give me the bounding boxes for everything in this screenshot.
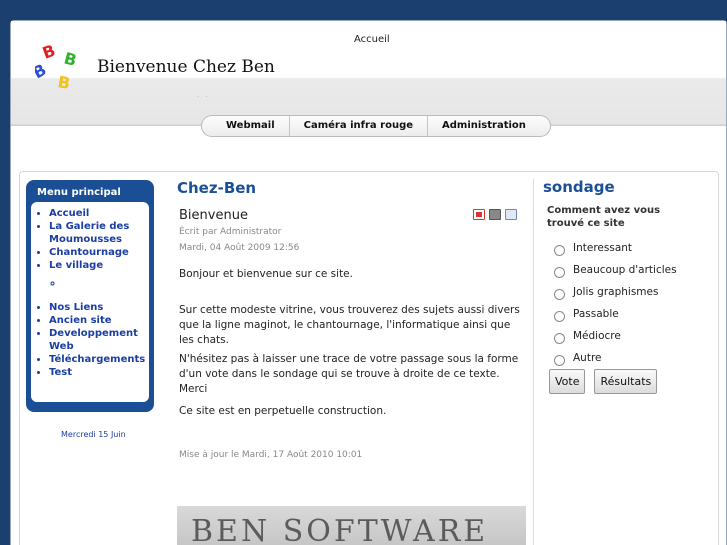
poll-option[interactable]: Interessant: [554, 237, 677, 259]
menu-link[interactable]: Accueil: [49, 208, 89, 219]
poll-option-label: Beaucoup d'articles: [573, 264, 677, 276]
menu-item-galerie[interactable]: La Galerie des Moumousses: [49, 220, 143, 246]
article-date: Mardi, 04 Août 2009 12:56: [179, 243, 300, 253]
site-title: Bienvenue Chez Ben: [97, 57, 275, 77]
header-dots: · ·: [197, 93, 210, 101]
menu-link[interactable]: Developpement Web: [49, 328, 138, 352]
current-date: Mercredi 15 Juin: [61, 430, 126, 439]
article-updated: Mise à jour le Mardi, 17 Août 2010 10:01: [179, 450, 363, 460]
column-divider: [533, 179, 534, 545]
poll-option-label: Médiocre: [573, 330, 621, 342]
poll-option[interactable]: Autre: [554, 347, 677, 369]
menu-item-test[interactable]: Test: [49, 366, 143, 379]
menu-link[interactable]: La Galerie des Moumousses: [49, 221, 129, 245]
menu-link[interactable]: Nos Liens: [49, 302, 103, 313]
results-button[interactable]: Résultats: [594, 369, 658, 394]
article-actions: [473, 209, 517, 220]
article-author: Écrit par Administrator: [179, 227, 282, 237]
top-navigation: Webmail Caméra infra rouge Administratio…: [201, 115, 551, 137]
banner-text: BEN SOFTWARE: [191, 514, 489, 545]
svg-text:B: B: [35, 60, 50, 83]
menu-link[interactable]: Ancien site: [49, 315, 112, 326]
page-frame: Accueil B B B B Bienvenue Chez Ben · · W…: [10, 20, 727, 545]
article-paragraph: N'hésitez pas à laisser une trace de vot…: [179, 353, 519, 395]
poll-options: Interessant Beaucoup d'articles Jolis gr…: [554, 237, 677, 369]
submenu-empty-item: [63, 277, 143, 290]
print-icon[interactable]: [489, 209, 501, 220]
poll-option-label: Interessant: [573, 242, 633, 254]
poll-option[interactable]: Beaucoup d'articles: [554, 259, 677, 281]
radio-button[interactable]: [554, 288, 565, 300]
radio-button[interactable]: [554, 244, 565, 256]
svg-text:B: B: [62, 49, 79, 71]
menu-item-telechargements[interactable]: Téléchargements: [49, 353, 145, 366]
poll-option-label: Autre: [573, 352, 602, 364]
menu-item-chantournage[interactable]: Chantournage: [49, 246, 143, 259]
nav-camera-infra-rouge[interactable]: Caméra infra rouge: [290, 116, 429, 136]
poll-buttons: Vote Résultats: [549, 369, 658, 394]
ben-software-banner: BEN SOFTWARE: [177, 506, 526, 545]
section-title[interactable]: Chez-Ben: [177, 179, 256, 197]
main-menu-title: Menu principal: [37, 187, 121, 198]
radio-button[interactable]: [554, 332, 565, 344]
article-paragraph: Bonjour et bienvenue sur ce site.: [179, 268, 353, 280]
poll-option[interactable]: Jolis graphismes: [554, 281, 677, 303]
radio-button[interactable]: [554, 354, 565, 366]
poll-question: Comment avez vous trouvé ce site: [547, 205, 661, 229]
article-paragraph: Ce site est en perpetuelle construction.: [179, 405, 387, 417]
nav-administration[interactable]: Administration: [428, 116, 540, 136]
menu-item-developpement-web[interactable]: Developpement Web: [49, 327, 143, 353]
poll-option[interactable]: Passable: [554, 303, 677, 325]
menu-item-ancien-site[interactable]: Ancien site: [49, 314, 143, 327]
site-logo: B B B B: [35, 43, 79, 91]
article-title: Bienvenue: [179, 208, 248, 223]
svg-text:B: B: [56, 72, 71, 91]
menu-link[interactable]: Le village: [49, 260, 103, 271]
vote-button[interactable]: Vote: [549, 369, 586, 394]
email-icon[interactable]: [505, 209, 517, 220]
nav-webmail[interactable]: Webmail: [212, 116, 290, 136]
submenu: [49, 277, 143, 289]
svg-text:B: B: [40, 43, 58, 63]
menu-item-village[interactable]: Le village: [49, 259, 143, 289]
menu-link[interactable]: Test: [49, 367, 72, 378]
site-header: Accueil B B B B Bienvenue Chez Ben · ·: [11, 21, 726, 125]
radio-button[interactable]: [554, 310, 565, 322]
top-link-accueil[interactable]: Accueil: [354, 34, 390, 45]
poll-title: sondage: [543, 178, 615, 196]
poll-option-label: Jolis graphismes: [573, 286, 659, 298]
poll-option[interactable]: Médiocre: [554, 325, 677, 347]
radio-button[interactable]: [554, 266, 565, 278]
menu-item-accueil[interactable]: Accueil: [49, 207, 143, 220]
menu-link[interactable]: Téléchargements: [49, 354, 145, 365]
pdf-icon[interactable]: [473, 209, 485, 220]
menu-link[interactable]: Chantournage: [49, 247, 129, 258]
main-menu: Menu principal Accueil La Galerie des Mo…: [26, 180, 154, 412]
article-paragraph: Sur cette modeste vitrine, vous trouvere…: [179, 304, 520, 346]
main-menu-body: Accueil La Galerie des Moumousses Chanto…: [31, 202, 149, 402]
menu-item-nos-liens[interactable]: Nos Liens: [49, 301, 143, 314]
poll-option-label: Passable: [573, 308, 619, 320]
